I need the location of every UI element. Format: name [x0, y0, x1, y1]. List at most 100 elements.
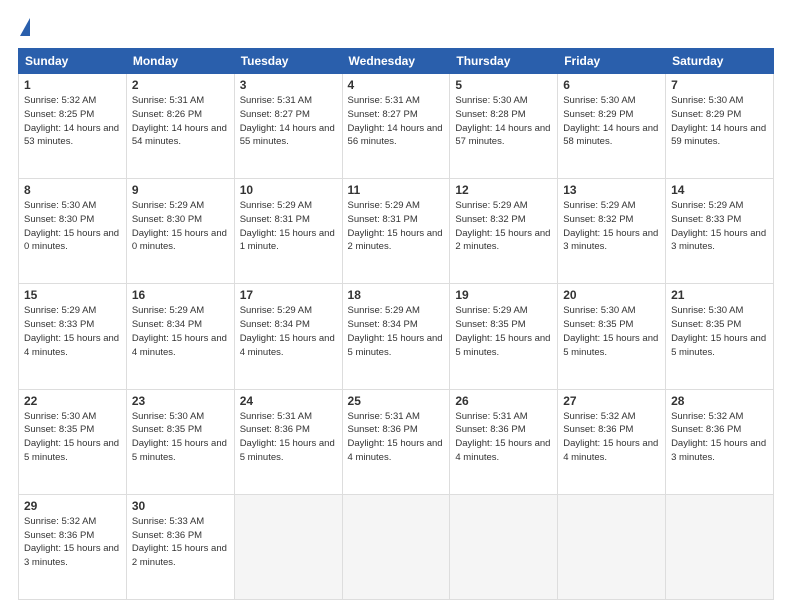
calendar-cell: 4 Sunrise: 5:31 AM Sunset: 8:27 PM Daylig…: [342, 74, 450, 179]
calendar-cell: 28 Sunrise: 5:32 AM Sunset: 8:36 PM Dayli…: [666, 389, 774, 494]
day-info: Sunrise: 5:29 AM Sunset: 8:30 PM Dayligh…: [132, 199, 229, 254]
calendar-cell: 26 Sunrise: 5:31 AM Sunset: 8:36 PM Dayli…: [450, 389, 558, 494]
calendar-cell: [666, 494, 774, 599]
dow-sunday: Sunday: [19, 49, 127, 74]
calendar-table: SundayMondayTuesdayWednesdayThursdayFrid…: [18, 48, 774, 600]
day-info: Sunrise: 5:29 AM Sunset: 8:31 PM Dayligh…: [240, 199, 337, 254]
day-number: 8: [24, 183, 121, 197]
calendar-cell: 2 Sunrise: 5:31 AM Sunset: 8:26 PM Daylig…: [126, 74, 234, 179]
day-number: 27: [563, 394, 660, 408]
day-info: Sunrise: 5:29 AM Sunset: 8:34 PM Dayligh…: [348, 304, 445, 359]
day-info: Sunrise: 5:30 AM Sunset: 8:29 PM Dayligh…: [563, 94, 660, 149]
day-number: 22: [24, 394, 121, 408]
day-info: Sunrise: 5:31 AM Sunset: 8:27 PM Dayligh…: [348, 94, 445, 149]
calendar-cell: 10 Sunrise: 5:29 AM Sunset: 8:31 PM Dayli…: [234, 179, 342, 284]
day-info: Sunrise: 5:31 AM Sunset: 8:27 PM Dayligh…: [240, 94, 337, 149]
day-number: 20: [563, 288, 660, 302]
week-row-1: 8 Sunrise: 5:30 AM Sunset: 8:30 PM Daylig…: [19, 179, 774, 284]
calendar-cell: [342, 494, 450, 599]
day-of-week-header-row: SundayMondayTuesdayWednesdayThursdayFrid…: [19, 49, 774, 74]
day-info: Sunrise: 5:31 AM Sunset: 8:36 PM Dayligh…: [240, 410, 337, 465]
dow-wednesday: Wednesday: [342, 49, 450, 74]
day-number: 5: [455, 78, 552, 92]
day-number: 28: [671, 394, 768, 408]
calendar-cell: 14 Sunrise: 5:29 AM Sunset: 8:33 PM Dayli…: [666, 179, 774, 284]
calendar-cell: [450, 494, 558, 599]
header: [18, 18, 774, 38]
calendar-cell: 27Sunrise: 5:32 AM Sunset: 8:36 PM Dayli…: [558, 389, 666, 494]
calendar-cell: 13 Sunrise: 5:29 AM Sunset: 8:32 PM Dayli…: [558, 179, 666, 284]
day-info: Sunrise: 5:29 AM Sunset: 8:33 PM Dayligh…: [671, 199, 768, 254]
day-number: 3: [240, 78, 337, 92]
day-info: Sunrise: 5:29 AM Sunset: 8:35 PM Dayligh…: [455, 304, 552, 359]
day-info: Sunrise: 5:29 AM Sunset: 8:34 PM Dayligh…: [132, 304, 229, 359]
day-number: 4: [348, 78, 445, 92]
calendar-cell: 8 Sunrise: 5:30 AM Sunset: 8:30 PM Daylig…: [19, 179, 127, 284]
day-number: 7: [671, 78, 768, 92]
week-row-2: 15 Sunrise: 5:29 AM Sunset: 8:33 PM Dayli…: [19, 284, 774, 389]
calendar-cell: 19 Sunrise: 5:29 AM Sunset: 8:35 PM Dayli…: [450, 284, 558, 389]
calendar-cell: 5 Sunrise: 5:30 AM Sunset: 8:28 PM Daylig…: [450, 74, 558, 179]
day-number: 18: [348, 288, 445, 302]
calendar-cell: 12Sunrise: 5:29 AM Sunset: 8:32 PM Dayli…: [450, 179, 558, 284]
calendar-cell: 16 Sunrise: 5:29 AM Sunset: 8:34 PM Dayli…: [126, 284, 234, 389]
day-info: Sunrise: 5:30 AM Sunset: 8:29 PM Dayligh…: [671, 94, 768, 149]
day-info: Sunrise: 5:29 AM Sunset: 8:33 PM Dayligh…: [24, 304, 121, 359]
day-number: 21: [671, 288, 768, 302]
day-number: 24: [240, 394, 337, 408]
calendar-cell: 15 Sunrise: 5:29 AM Sunset: 8:33 PM Dayli…: [19, 284, 127, 389]
logo-triangle-icon: [20, 18, 30, 36]
day-number: 26: [455, 394, 552, 408]
day-number: 17: [240, 288, 337, 302]
day-number: 1: [24, 78, 121, 92]
day-info: Sunrise: 5:30 AM Sunset: 8:35 PM Dayligh…: [132, 410, 229, 465]
calendar-cell: 3 Sunrise: 5:31 AM Sunset: 8:27 PM Daylig…: [234, 74, 342, 179]
day-info: Sunrise: 5:30 AM Sunset: 8:28 PM Dayligh…: [455, 94, 552, 149]
week-row-0: 1 Sunrise: 5:32 AM Sunset: 8:25 PM Daylig…: [19, 74, 774, 179]
calendar-cell: [558, 494, 666, 599]
dow-saturday: Saturday: [666, 49, 774, 74]
day-number: 2: [132, 78, 229, 92]
day-info: Sunrise: 5:30 AM Sunset: 8:35 PM Dayligh…: [24, 410, 121, 465]
calendar-cell: 9Sunrise: 5:29 AM Sunset: 8:30 PM Daylig…: [126, 179, 234, 284]
day-number: 29: [24, 499, 121, 513]
week-row-4: 29 Sunrise: 5:32 AM Sunset: 8:36 PM Dayli…: [19, 494, 774, 599]
calendar-cell: 11Sunrise: 5:29 AM Sunset: 8:31 PM Dayli…: [342, 179, 450, 284]
calendar-cell: 6Sunrise: 5:30 AM Sunset: 8:29 PM Daylig…: [558, 74, 666, 179]
calendar-cell: 24 Sunrise: 5:31 AM Sunset: 8:36 PM Dayli…: [234, 389, 342, 494]
calendar-cell: 1 Sunrise: 5:32 AM Sunset: 8:25 PM Daylig…: [19, 74, 127, 179]
day-number: 23: [132, 394, 229, 408]
calendar-cell: 25Sunrise: 5:31 AM Sunset: 8:36 PM Dayli…: [342, 389, 450, 494]
day-number: 16: [132, 288, 229, 302]
day-info: Sunrise: 5:32 AM Sunset: 8:36 PM Dayligh…: [24, 515, 121, 570]
day-info: Sunrise: 5:30 AM Sunset: 8:30 PM Dayligh…: [24, 199, 121, 254]
day-number: 13: [563, 183, 660, 197]
day-number: 15: [24, 288, 121, 302]
dow-tuesday: Tuesday: [234, 49, 342, 74]
day-info: Sunrise: 5:29 AM Sunset: 8:32 PM Dayligh…: [455, 199, 552, 254]
day-number: 30: [132, 499, 229, 513]
day-info: Sunrise: 5:30 AM Sunset: 8:35 PM Dayligh…: [671, 304, 768, 359]
week-row-3: 22 Sunrise: 5:30 AM Sunset: 8:35 PM Dayli…: [19, 389, 774, 494]
day-info: Sunrise: 5:32 AM Sunset: 8:25 PM Dayligh…: [24, 94, 121, 149]
day-number: 11: [348, 183, 445, 197]
day-info: Sunrise: 5:33 AM Sunset: 8:36 PM Dayligh…: [132, 515, 229, 570]
calendar-cell: 20Sunrise: 5:30 AM Sunset: 8:35 PM Dayli…: [558, 284, 666, 389]
dow-friday: Friday: [558, 49, 666, 74]
calendar-cell: 23 Sunrise: 5:30 AM Sunset: 8:35 PM Dayli…: [126, 389, 234, 494]
calendar-cell: 17 Sunrise: 5:29 AM Sunset: 8:34 PM Dayli…: [234, 284, 342, 389]
day-info: Sunrise: 5:31 AM Sunset: 8:26 PM Dayligh…: [132, 94, 229, 149]
calendar-cell: 18 Sunrise: 5:29 AM Sunset: 8:34 PM Dayli…: [342, 284, 450, 389]
day-number: 14: [671, 183, 768, 197]
day-info: Sunrise: 5:31 AM Sunset: 8:36 PM Dayligh…: [455, 410, 552, 465]
day-number: 10: [240, 183, 337, 197]
calendar-cell: 7 Sunrise: 5:30 AM Sunset: 8:29 PM Daylig…: [666, 74, 774, 179]
day-info: Sunrise: 5:29 AM Sunset: 8:32 PM Dayligh…: [563, 199, 660, 254]
calendar-cell: [234, 494, 342, 599]
calendar-cell: 29 Sunrise: 5:32 AM Sunset: 8:36 PM Dayli…: [19, 494, 127, 599]
day-info: Sunrise: 5:32 AM Sunset: 8:36 PM Dayligh…: [671, 410, 768, 465]
day-info: Sunrise: 5:29 AM Sunset: 8:34 PM Dayligh…: [240, 304, 337, 359]
dow-monday: Monday: [126, 49, 234, 74]
day-number: 19: [455, 288, 552, 302]
day-number: 25: [348, 394, 445, 408]
